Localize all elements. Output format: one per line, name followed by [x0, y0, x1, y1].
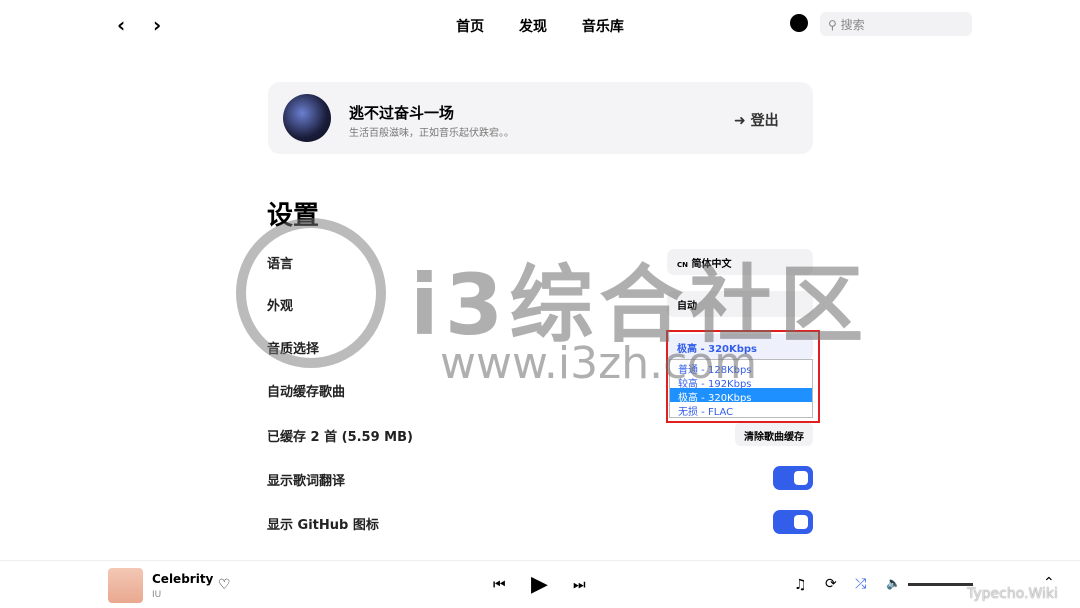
setting-appearance: 外观 自动	[267, 287, 813, 321]
volume-slider[interactable]	[908, 583, 973, 586]
language-select[interactable]: CN 简体中文	[667, 249, 813, 275]
profile-card: 逃不过奋斗一场 生活百般滋味，正如音乐起伏跌宕。。 ➜ 登出	[268, 82, 813, 154]
clear-cache-button[interactable]: 清除歌曲缓存	[735, 422, 813, 446]
setting-label: 语言	[267, 257, 294, 272]
logout-label: 登出	[750, 113, 779, 129]
appearance-select[interactable]: 自动	[667, 291, 813, 317]
nav-home[interactable]: 首页	[456, 19, 484, 35]
cn-flag: CN	[677, 261, 688, 269]
select-value: 自动	[677, 301, 697, 312]
shuffle-icon[interactable]: ⤮	[855, 576, 866, 592]
setting-label: 显示 GitHub 图标	[267, 518, 379, 533]
setting-cached: 已缓存 2 首 (5.59 MB) 清除歌曲缓存	[267, 418, 813, 452]
logout-button[interactable]: ➜ 登出	[734, 110, 779, 130]
previous-icon[interactable]: ⏮	[493, 577, 506, 593]
avatar	[283, 94, 331, 142]
setting-language: 语言 CN 简体中文	[267, 245, 813, 279]
nav-library[interactable]: 音乐库	[582, 19, 624, 35]
search-input[interactable]: ⚲ 搜索	[820, 12, 972, 36]
github-icon[interactable]	[790, 14, 808, 32]
nav-discover[interactable]: 发现	[519, 19, 547, 35]
sign-out-icon: ➜	[734, 113, 746, 129]
next-icon[interactable]: ⏭	[573, 577, 586, 593]
setting-lyric-translation: 显示歌词翻译	[267, 462, 813, 496]
player-bar: Celebrity IU ♡ ⏮ ▶ ⏭ ♫ ⟳ ⤮ 🔈 ⌃ Typecho.W…	[0, 560, 1080, 608]
setting-label: 自动缓存歌曲	[267, 385, 346, 400]
search-placeholder: 搜索	[840, 18, 865, 32]
select-value: 简体中文	[691, 259, 732, 270]
github-icon-toggle[interactable]	[773, 510, 813, 534]
album-cover[interactable]	[108, 568, 143, 603]
setting-label: 显示歌词翻译	[267, 474, 346, 489]
lyric-translation-toggle[interactable]	[773, 466, 813, 490]
song-title[interactable]: Celebrity	[152, 572, 213, 586]
play-icon[interactable]: ▶	[531, 572, 548, 597]
corner-watermark: Typecho.Wiki	[967, 586, 1058, 602]
user-signature: 生活百般滋味，正如音乐起伏跌宕。。	[349, 128, 514, 139]
setting-label: 外观	[267, 299, 294, 314]
setting-label: 音质选择	[267, 342, 320, 357]
setting-label: 已缓存 2 首 (5.59 MB)	[267, 430, 413, 445]
artist-name[interactable]: IU	[152, 590, 161, 600]
highlight-box	[666, 330, 820, 423]
repeat-icon[interactable]: ⟳	[825, 576, 837, 592]
page-title: 设置	[267, 201, 320, 231]
search-icon: ⚲	[828, 18, 837, 32]
volume-icon[interactable]: 🔈	[886, 576, 901, 590]
top-nav: ‹ › 首页 发现 音乐库 ⚲ 搜索	[0, 0, 1080, 50]
user-name: 逃不过奋斗一场	[349, 104, 455, 122]
playlist-icon[interactable]: ♫	[794, 577, 807, 593]
setting-github-icon: 显示 GitHub 图标	[267, 506, 813, 540]
heart-icon[interactable]: ♡	[218, 577, 231, 593]
